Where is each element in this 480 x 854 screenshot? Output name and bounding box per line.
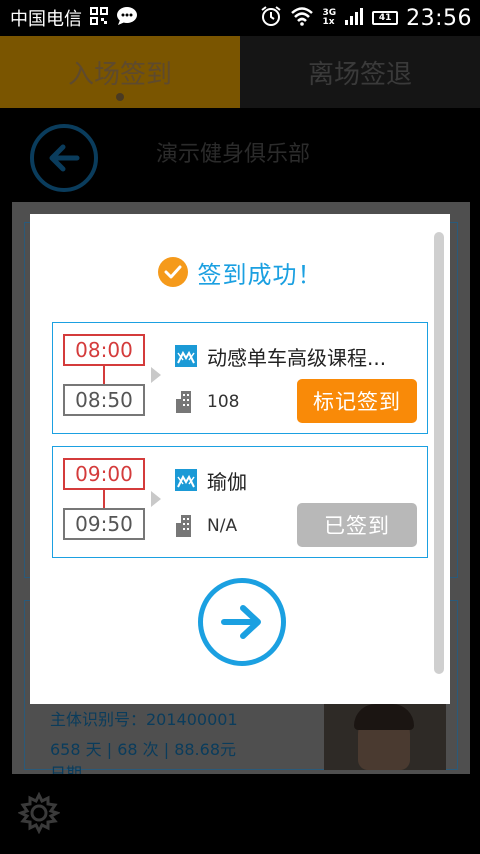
time-connector	[103, 366, 105, 384]
signal-bars-icon	[344, 6, 364, 30]
check-circle-icon	[157, 257, 188, 287]
course-end-time: 09:50	[63, 508, 145, 540]
network-type: 3G 1x	[322, 9, 336, 27]
triangle-pointer-icon	[151, 491, 161, 507]
course-item: 08:00 08:50 动感单车高级课程... 108 标记签到	[52, 322, 428, 434]
carrier-name: 中国电信	[10, 9, 82, 30]
course-start-time: 08:00	[63, 334, 145, 366]
course-start-time: 09:00	[63, 458, 145, 490]
wifi-icon	[290, 6, 314, 30]
mark-checkin-button[interactable]: 标记签到	[297, 379, 417, 423]
tab-checkin[interactable]: 入场签到	[0, 36, 240, 108]
member-photo	[324, 704, 446, 770]
arrow-right-icon	[221, 605, 261, 639]
tab-checkin-label: 入场签到	[67, 59, 172, 90]
network-label-1x: 1x	[322, 17, 335, 27]
bottom-bar	[0, 774, 480, 854]
alarm-clock-icon	[260, 5, 282, 31]
time-connector	[103, 490, 105, 508]
checkin-tabs: 入场签到 离场签退	[0, 36, 480, 108]
header: 演示健身俱乐部	[0, 108, 480, 202]
course-item: 09:00 09:50 瑜伽 N/A 已签到	[52, 446, 428, 558]
status-time: 23:56	[406, 5, 472, 31]
battery-indicator: 41	[372, 11, 399, 25]
course-name: 瑜伽	[207, 470, 247, 494]
course-type-icon	[175, 469, 197, 491]
qr-code-icon	[90, 7, 108, 29]
next-button[interactable]	[198, 578, 286, 666]
success-title: 签到成功！	[30, 254, 450, 290]
tab-checkout[interactable]: 离场签退	[240, 36, 480, 108]
success-text: 签到成功！	[197, 260, 323, 289]
chat-bubble-icon	[116, 6, 138, 30]
checked-in-button: 已签到	[297, 503, 417, 547]
member-id-text: 主体识别号：201400001	[50, 710, 238, 729]
triangle-pointer-icon	[151, 367, 161, 383]
course-room: 108	[207, 392, 240, 412]
course-type-icon	[175, 345, 197, 367]
course-name: 动感单车高级课程...	[207, 346, 387, 370]
tab-checkout-label: 离场签退	[307, 59, 412, 90]
course-room: N/A	[207, 516, 238, 536]
building-icon	[176, 515, 191, 537]
dialog-scrollbar[interactable]	[434, 232, 444, 674]
status-bar: 中国电信 3G 1x 41 23:56	[0, 0, 480, 36]
active-tab-indicator	[116, 93, 124, 101]
club-name: 演示健身俱乐部	[156, 142, 311, 167]
course-end-time: 08:50	[63, 384, 145, 416]
back-button[interactable]	[30, 124, 98, 192]
member-date-text: 日期	[50, 764, 83, 774]
member-stats-text: 658 天 | 68 次 | 88.68元	[50, 740, 237, 759]
arrow-left-icon	[49, 144, 80, 172]
building-icon	[176, 391, 191, 413]
gear-icon[interactable]	[18, 792, 60, 834]
